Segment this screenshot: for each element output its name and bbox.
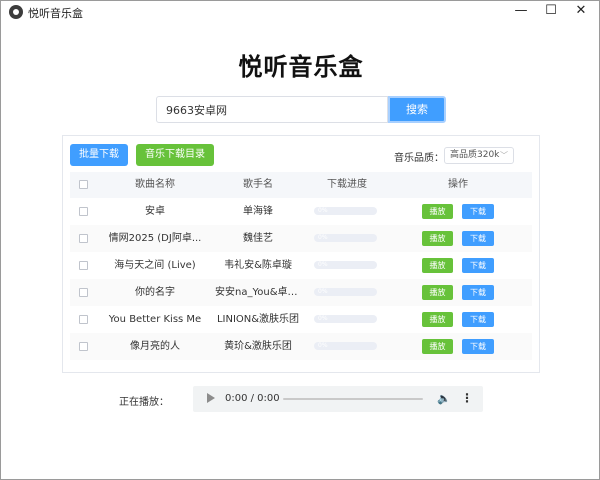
row-checkbox[interactable] [79,207,88,216]
maximize-button[interactable]: ☐ [536,1,566,23]
search-button[interactable]: 搜索 [388,96,446,123]
play-button[interactable]: 播放 [422,231,453,246]
search-input[interactable] [156,96,388,123]
table-row: 你的名字 安安na_You&卓文... 0% 播放 下载 [70,279,532,306]
download-button[interactable]: 下载 [462,204,494,219]
download-progress-bar: 0% [314,342,377,350]
column-header-actions: 操作 [448,179,468,190]
artist-name: 韦礼安&陈卓璇 [224,260,292,271]
song-name: 情网2025 (DJ阿卓... [108,233,202,244]
play-button[interactable]: 播放 [422,204,453,219]
song-list-panel: 批量下载 音乐下载目录 音乐品质： 高品质320k ﹀ 歌曲名称 歌手名 下载进… [62,135,540,373]
batch-download-button[interactable]: 批量下载 [70,144,128,166]
progress-percent: 0% [318,261,328,268]
song-name: 像月亮的人 [130,341,180,352]
playback-time: 0:00 / 0:00 [225,393,280,404]
window-title: 悦听音乐盒 [28,7,83,20]
artist-name: 魏佳艺 [243,233,273,244]
artist-name: 黄玠&激肤乐团 [224,341,292,352]
title-bar: 悦听音乐盒 — ☐ ✕ [1,1,599,23]
quality-selected-value: 高品质320k [450,150,500,160]
select-all-checkbox[interactable] [79,180,88,189]
progress-percent: 0% [318,234,328,241]
download-button[interactable]: 下载 [462,312,494,327]
download-progress-bar: 0% [314,261,377,269]
artist-name: 单海锋 [243,206,273,217]
column-header-name: 歌曲名称 [135,179,175,190]
progress-percent: 0% [318,288,328,295]
quality-select[interactable]: 高品质320k ﹀ [444,147,514,164]
row-checkbox[interactable] [79,234,88,243]
more-options-icon[interactable]: ⋮ [461,391,473,405]
play-button[interactable]: 播放 [422,312,453,327]
download-button[interactable]: 下载 [462,285,494,300]
chevron-down-icon: ﹀ [500,151,508,160]
seek-slider[interactable] [283,398,423,400]
column-header-artist: 歌手名 [243,179,273,190]
table-row: 安卓 单海锋 0% 播放 下载 [70,198,532,225]
song-name: 安卓 [145,206,165,217]
play-icon[interactable] [207,393,215,403]
quality-label: 音乐品质： [394,153,444,164]
table-row: 像月亮的人 黄玠&激肤乐团 0% 播放 下载 [70,333,532,360]
volume-icon[interactable]: 🔈 [437,392,451,405]
play-button[interactable]: 播放 [422,339,453,354]
close-button[interactable]: ✕ [566,1,596,23]
song-name: 你的名字 [135,287,175,298]
row-checkbox[interactable] [79,342,88,351]
download-progress-bar: 0% [314,207,377,215]
audio-player: 0:00 / 0:00 🔈 ⋮ [193,386,483,412]
song-name: 海与天之间 (Live) [114,260,196,271]
table-header: 歌曲名称 歌手名 下载进度 操作 [70,172,532,198]
download-directory-button[interactable]: 音乐下载目录 [136,144,214,166]
page-title: 悦听音乐盒 [238,53,364,81]
song-name: You Better Kiss Me [108,314,202,325]
play-button[interactable]: 播放 [422,285,453,300]
now-playing-label: 正在播放： [119,397,169,408]
minimize-button[interactable]: — [506,1,536,23]
artist-name: 安安na_You&卓文... [215,287,301,298]
download-button[interactable]: 下载 [462,339,494,354]
download-button[interactable]: 下载 [462,258,494,273]
download-progress-bar: 0% [314,315,377,323]
table-row: You Better Kiss Me LINION&激肤乐团 0% 播放 下载 [70,306,532,333]
table-row: 海与天之间 (Live) 韦礼安&陈卓璇 0% 播放 下载 [70,252,532,279]
download-progress-bar: 0% [314,288,377,296]
progress-percent: 0% [318,207,328,214]
table-row: 情网2025 (DJ阿卓... 魏佳艺 0% 播放 下载 [70,225,532,252]
app-logo-icon [9,5,23,19]
app-window: 悦听音乐盒 — ☐ ✕ 悦听音乐盒 搜索 批量下载 音乐下载目录 音乐品质： 高… [0,0,600,480]
download-button[interactable]: 下载 [462,231,494,246]
progress-percent: 0% [318,315,328,322]
row-checkbox[interactable] [79,315,88,324]
row-checkbox[interactable] [79,261,88,270]
artist-name: LINION&激肤乐团 [216,314,300,325]
row-checkbox[interactable] [79,288,88,297]
play-button[interactable]: 播放 [422,258,453,273]
column-header-progress: 下载进度 [327,179,367,190]
download-progress-bar: 0% [314,234,377,242]
progress-percent: 0% [318,342,328,349]
